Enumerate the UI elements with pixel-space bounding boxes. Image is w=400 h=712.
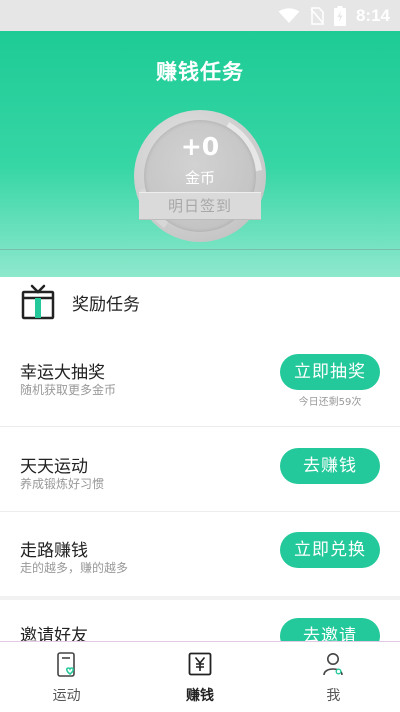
coin-amount: +0	[180, 132, 220, 161]
earn-money-button[interactable]: 去赚钱	[280, 448, 380, 484]
task-subtitle: 养成锻炼好习惯	[20, 477, 105, 491]
nav-label: 我	[326, 688, 341, 704]
task-title: 走路赚钱	[20, 541, 88, 561]
gift-icon	[21, 284, 55, 320]
status-icons: 8:14	[278, 5, 390, 27]
reward-section-header: 奖励任务	[20, 284, 140, 320]
wifi-icon	[278, 8, 300, 23]
header: 赚钱任务 +0 金币 明日签到	[0, 31, 400, 277]
battery-charging-icon	[333, 6, 346, 26]
section-title: 奖励任务	[72, 294, 140, 315]
header-divider	[0, 249, 400, 250]
no-sim-icon	[310, 7, 324, 25]
lucky-draw-button[interactable]: 立即抽奖	[280, 354, 380, 390]
nav-item-me[interactable]: 我	[267, 642, 400, 712]
nav-item-earn[interactable]: 赚钱	[133, 642, 266, 712]
task-subtitle: 走的越多，赚的越多	[20, 561, 129, 575]
task-title: 天天运动	[20, 457, 88, 477]
nav-label: 赚钱	[185, 688, 214, 704]
task-title: 邀请好友	[20, 626, 88, 641]
page-title: 赚钱任务	[156, 60, 244, 84]
task-title: 幸运大抽奖	[20, 363, 105, 383]
status-bar: 8:14	[0, 0, 400, 31]
task-lucky-draw: 幸运大抽奖 随机获取更多金币 立即抽奖 今日还剩59次	[0, 338, 400, 426]
checkin-coin[interactable]: +0 金币 明日签到	[134, 110, 266, 242]
phone-heart-icon	[56, 652, 75, 677]
task-subtitle: 随机获取更多金币	[20, 383, 117, 397]
nav-item-exercise[interactable]: 运动	[0, 642, 133, 712]
task-invite-friends: 邀请好友 去邀请	[0, 600, 400, 641]
status-time: 8:14	[355, 6, 390, 25]
remaining-draws-note: 今日还剩59次	[298, 397, 362, 408]
task-daily-exercise: 天天运动 养成锻炼好习惯 去赚钱	[0, 427, 400, 511]
invite-button[interactable]: 去邀请	[280, 618, 380, 641]
yuan-card-icon	[188, 652, 212, 676]
bottom-nav: 运动 赚钱 我	[0, 641, 400, 712]
task-walk-earn: 走路赚钱 走的越多，赚的越多 立即兑换	[0, 512, 400, 596]
redeem-button[interactable]: 立即兑换	[280, 532, 380, 568]
nav-label: 运动	[52, 688, 81, 704]
checkin-label: 明日签到	[139, 192, 261, 220]
coin-unit: 金币	[184, 169, 215, 187]
user-icon	[323, 653, 344, 676]
